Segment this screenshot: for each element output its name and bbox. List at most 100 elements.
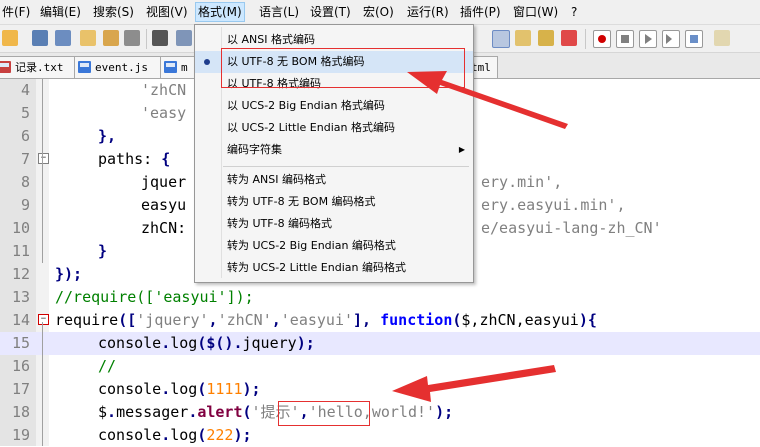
menu-edit[interactable]: 编辑(E) [38,3,83,21]
indent-guide-icon[interactable] [515,30,531,46]
code-token: ( [242,403,252,421]
code-token: 'easyui' [280,311,354,329]
stop-macro-icon[interactable] [616,30,634,48]
print-icon[interactable] [124,30,140,46]
close-all-icon[interactable] [103,30,119,46]
code-token: , [271,311,281,329]
code-token: $,zhCN,easyui [461,311,579,329]
run-macro-multiple-icon[interactable] [662,30,680,48]
line-number: 9 [20,196,30,214]
code-token: }, [98,127,117,145]
file-icon [164,61,177,73]
highlight-box [221,48,465,88]
line-number: 14 [11,311,30,329]
menu-view[interactable]: 视图(V) [144,3,190,21]
cut-icon[interactable] [152,30,168,46]
menu-separator [223,166,469,167]
code-line: 17 console.log(1111); [0,378,760,401]
line-number: 12 [11,265,30,283]
menu-item-convert-utf8[interactable]: 转为 UTF-8 编码格式 [195,213,473,235]
record-macro-icon[interactable] [593,30,611,48]
menu-item-label: 编码字符集 [227,143,282,156]
code-token: . [161,426,171,444]
code-token: console [98,380,162,398]
menu-run[interactable]: 运行(R) [405,3,451,21]
toolbar-separator [146,29,147,49]
save-macro-icon[interactable] [685,30,703,48]
code-token: , [208,311,218,329]
menu-item-encode-ucs2-le[interactable]: 以 UCS-2 Little Endian 格式编码 [195,117,473,139]
code-token: . [188,403,198,421]
menu-item-label: 以 ANSI 格式编码 [227,33,315,46]
new-file-icon[interactable] [2,30,18,46]
line-number: 16 [11,357,30,375]
tab-label: event.js [95,61,148,74]
code-token: ); [242,380,261,398]
fold-toggle-icon[interactable]: − [38,314,49,325]
code-token: ery.easyui.min', [481,196,626,214]
code-token: 'jquery' [136,311,209,329]
file-icon [0,61,11,73]
fold-toggle-icon[interactable]: − [38,153,49,164]
code-token: 'zhCN' [217,311,272,329]
code-line: 16 // [0,355,760,378]
submenu-arrow-icon: ▶ [458,145,465,154]
code-token: ery.min', [481,173,563,191]
menu-format[interactable]: 格式(M) [195,2,245,22]
save-icon[interactable] [32,30,48,46]
code-token: console [98,426,162,444]
menu-item-label: 以 UCS-2 Little Endian 格式编码 [227,121,395,134]
menu-item-convert-utf8-no-bom[interactable]: 转为 UTF-8 无 BOM 编码格式 [195,191,473,213]
menu-item-convert-ansi[interactable]: 转为 ANSI 编码格式 [195,169,473,191]
play-macro-icon[interactable] [639,30,657,48]
fold-guide [42,322,43,446]
word-wrap-icon[interactable] [538,30,554,46]
udl-icon[interactable] [561,30,577,46]
code-token: 'zhCN [141,81,187,99]
code-token: . [161,380,171,398]
toolbar-separator [585,29,586,49]
close-icon[interactable] [80,30,96,46]
show-all-chars-icon[interactable] [492,30,510,48]
code-line: 13 //require(['easyui']); [0,286,760,309]
fold-guide [42,79,43,263]
menu-language[interactable]: 语言(L) [257,3,301,21]
menu-search[interactable]: 搜索(S) [91,3,136,21]
code-token: easyu [141,196,187,214]
menu-window[interactable]: 窗口(W) [511,3,560,21]
menu-macro[interactable]: 宏(O) [361,3,396,21]
code-token: log [170,334,198,352]
line-number: 6 [20,127,30,145]
menu-item-charset[interactable]: 编码字符集 ▶ [195,139,473,161]
menu-item-convert-ucs2-be[interactable]: 转为 UCS-2 Big Endian 编码格式 [195,235,473,257]
line-number: 17 [11,380,30,398]
menu-plugins[interactable]: 插件(P) [458,3,503,21]
menu-bar: 件(F) 编辑(E) 搜索(S) 视图(V) 格式(M) 语言(L) 设置(T)… [0,0,760,25]
copy-icon[interactable] [176,30,192,46]
code-token: }); [55,265,83,283]
menu-item-convert-ucs2-le[interactable]: 转为 UCS-2 Little Endian 编码格式 [195,257,473,279]
code-token: jquery [242,334,297,352]
code-token: e/easyui-lang-zh_CN' [481,219,662,237]
code-token: log [170,380,198,398]
line-number: 7 [20,150,30,168]
code-token: ([ [118,311,137,329]
code-token: ); [233,426,252,444]
code-token: messager [116,403,189,421]
menu-item-label: 转为 UTF-8 无 BOM 编码格式 [227,195,376,208]
menu-file[interactable]: 件(F) [0,3,32,21]
menu-item-encode-ucs2-be[interactable]: 以 UCS-2 Big Endian 格式编码 [195,95,473,117]
line-number: 5 [20,104,30,122]
tab-label: 记录.txt [15,61,64,74]
menu-help[interactable]: ? [569,3,579,21]
code-token: console [98,334,162,352]
code-line-current: 15 console.log($().jquery); [0,332,760,355]
document-map-icon[interactable] [714,30,730,46]
save-all-icon[interactable] [55,30,71,46]
tab-record-txt[interactable]: 记录.txt [0,56,82,78]
menu-item-label: 转为 UTF-8 编码格式 [227,217,333,230]
code-token: 222 [206,426,234,444]
code-token: require [55,311,119,329]
code-token: function [380,311,453,329]
menu-settings[interactable]: 设置(T) [308,3,353,21]
